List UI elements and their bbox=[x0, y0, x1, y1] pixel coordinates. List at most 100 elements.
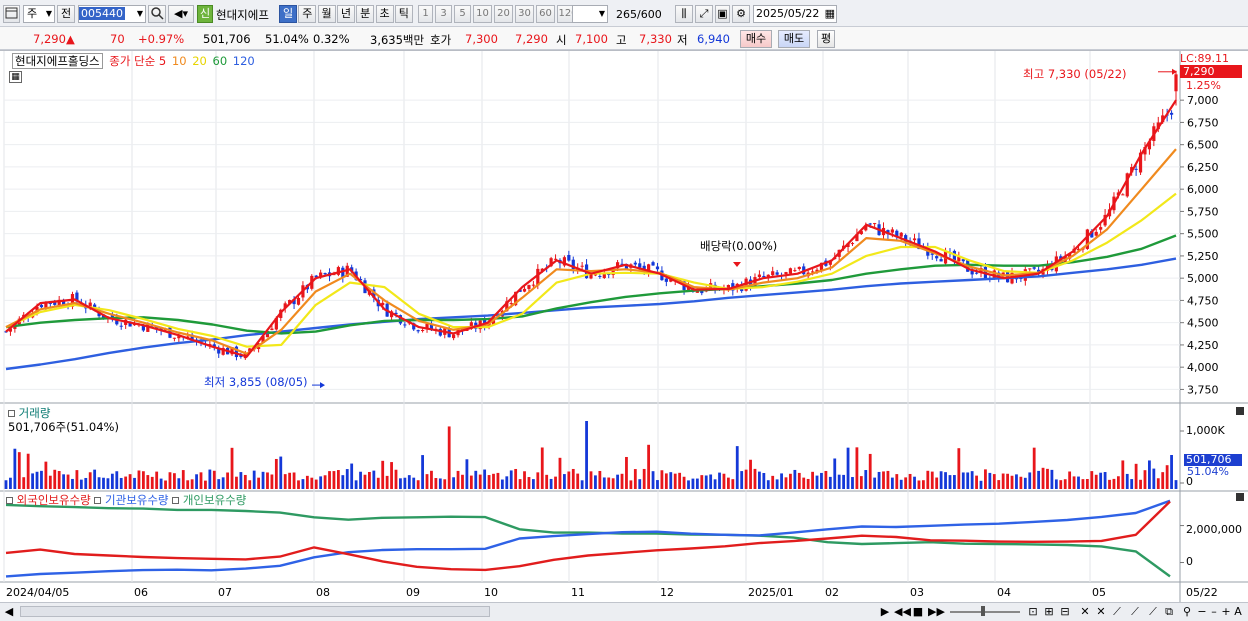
gear-icon[interactable]: ⚙ bbox=[732, 5, 750, 23]
volume-bar bbox=[456, 470, 460, 489]
x-tick-label: 12 bbox=[660, 586, 674, 599]
stop-icon[interactable]: ■ bbox=[911, 605, 925, 619]
date-input[interactable]: 2025/05/22 ▦ bbox=[753, 5, 837, 23]
tab-0[interactable]: 일 bbox=[279, 5, 297, 23]
new-badge[interactable]: 신 bbox=[197, 5, 213, 23]
zoom-out-icon[interactable]: − bbox=[1196, 605, 1208, 619]
volume-bar bbox=[226, 472, 229, 489]
volume-bar bbox=[749, 459, 752, 489]
stock-code-input[interactable]: 005440 ▼ bbox=[78, 5, 146, 23]
interval-button-30[interactable]: 30 bbox=[515, 5, 534, 23]
compare-icon[interactable]: ⤢ bbox=[695, 5, 713, 23]
eval-button[interactable]: 평 bbox=[817, 30, 835, 48]
period-select[interactable]: 주 ▼ bbox=[23, 5, 55, 23]
panel-close-icon[interactable] bbox=[1236, 407, 1244, 415]
volume-bar bbox=[571, 468, 575, 489]
crosshair-icon[interactable]: ✕ bbox=[1078, 605, 1092, 619]
volume-bar bbox=[842, 474, 846, 489]
layout-icon[interactable]: ⊡ bbox=[1026, 605, 1040, 619]
legend-ma5[interactable]: 종가 단순 5 bbox=[109, 54, 166, 68]
prev-button[interactable]: 전 bbox=[57, 5, 75, 23]
chart-type-icon[interactable]: ⫼ bbox=[675, 5, 693, 23]
volume-bar bbox=[412, 477, 416, 489]
legend-ma20[interactable]: 20 bbox=[192, 54, 207, 68]
holdings-toggle-icon[interactable] bbox=[6, 497, 13, 504]
volume-bar bbox=[966, 472, 970, 489]
volume-bar bbox=[509, 470, 513, 489]
buy-button[interactable]: 매수 bbox=[740, 30, 772, 48]
volume-bar bbox=[926, 470, 930, 489]
holdings-axis-2m: 2,000,000 bbox=[1186, 523, 1242, 536]
x-tick-label: 2024/04/05 bbox=[6, 586, 69, 599]
volume-bar bbox=[531, 479, 535, 489]
zoom-search-icon[interactable]: ⚲ bbox=[1180, 605, 1194, 619]
line-tool-icon[interactable]: ⟋ bbox=[1128, 605, 1142, 619]
interval-button-5[interactable]: 5 bbox=[454, 5, 471, 23]
legend-institution[interactable]: 기관보유수량 bbox=[105, 493, 168, 507]
chart-menu-icon[interactable] bbox=[3, 5, 20, 23]
zoom-slider-handle[interactable] bbox=[981, 606, 985, 616]
tab-4[interactable]: 분 bbox=[356, 5, 375, 23]
calendar-icon[interactable]: ▦ bbox=[825, 6, 835, 22]
volume-bar bbox=[124, 476, 128, 489]
min-annotation: 최저 3,855 (08/05) bbox=[204, 375, 308, 389]
holdings-toggle-icon[interactable] bbox=[172, 497, 180, 504]
sell-button[interactable]: 매도 bbox=[778, 30, 810, 48]
candle-body bbox=[912, 238, 917, 241]
volume-bar bbox=[997, 480, 1001, 489]
tab-2[interactable]: 월 bbox=[317, 5, 336, 23]
legend-stock-name[interactable]: 현대지에프홀딩스 bbox=[12, 53, 103, 69]
chart-canvas[interactable]: 2024/04/05 06 07 08 09 10 11 12 2025/01 02 03 04 05 0… bbox=[0, 51, 1248, 603]
tab-6[interactable]: 틱 bbox=[394, 5, 413, 23]
interval-button-1[interactable]: 1 bbox=[418, 5, 433, 23]
interval-button-10[interactable]: 10 bbox=[473, 5, 492, 23]
scroll-thumb[interactable] bbox=[20, 606, 490, 617]
interval-button-3[interactable]: 3 bbox=[435, 5, 452, 23]
candle-body bbox=[452, 334, 456, 339]
save-icon[interactable]: ▣ bbox=[715, 5, 730, 23]
crosshair-icon[interactable]: ✕ bbox=[1094, 605, 1108, 619]
font-size-icon[interactable]: A bbox=[1232, 605, 1244, 619]
volume-bar bbox=[469, 475, 473, 489]
legend-foreign[interactable]: 외국인보유수량 bbox=[17, 493, 91, 507]
volume-bar bbox=[1041, 467, 1045, 489]
scroll-right-icon[interactable]: ▶ bbox=[878, 605, 892, 619]
copy-icon[interactable]: ⧉ bbox=[1162, 605, 1176, 619]
rewind-icon[interactable]: ◀◀ bbox=[894, 605, 911, 619]
panel-close-icon[interactable] bbox=[1236, 493, 1244, 501]
bar-count[interactable]: 265/600 bbox=[616, 8, 662, 21]
volume-bar bbox=[288, 472, 292, 489]
legend-individual[interactable]: 개인보유수량 bbox=[183, 493, 246, 507]
volume-bar bbox=[789, 473, 792, 489]
candle-body bbox=[939, 259, 943, 262]
speaker-icon[interactable]: ◀▾ bbox=[168, 5, 194, 23]
volume-bar bbox=[53, 469, 57, 489]
search-icon[interactable] bbox=[148, 5, 166, 23]
line-tool-icon[interactable]: ⟋ bbox=[1146, 605, 1160, 619]
tab-1[interactable]: 주 bbox=[298, 5, 317, 23]
tab-5[interactable]: 초 bbox=[375, 5, 394, 23]
volume-title[interactable]: 거래량 bbox=[19, 406, 51, 420]
layout-icon[interactable]: ⊟ bbox=[1058, 605, 1072, 619]
interval-button-20[interactable]: 20 bbox=[494, 5, 513, 23]
volume-bar bbox=[687, 480, 690, 489]
legend-ma10[interactable]: 10 bbox=[172, 54, 187, 68]
scroll-left-icon[interactable]: ◀ bbox=[2, 605, 16, 619]
layout-icon[interactable]: ⊞ bbox=[1042, 605, 1056, 619]
volume-bar bbox=[381, 460, 385, 489]
tab-3[interactable]: 년 bbox=[336, 5, 355, 23]
legend-ma120[interactable]: 120 bbox=[233, 54, 255, 68]
zoom-in-icon[interactable]: + bbox=[1220, 605, 1232, 619]
zoom-slider[interactable] bbox=[950, 611, 1020, 613]
interval-button-60[interactable]: 60 bbox=[536, 5, 555, 23]
line-tool-icon[interactable]: ⟋ bbox=[1110, 605, 1124, 619]
custom-interval-input[interactable]: ▼ bbox=[572, 5, 608, 23]
volume-toggle-icon[interactable] bbox=[8, 410, 15, 417]
legend-ma60[interactable]: 60 bbox=[213, 54, 228, 68]
volume-pct-tag: 51.04% bbox=[1187, 465, 1229, 478]
dash-icon[interactable]: – bbox=[1208, 605, 1220, 619]
candle-body bbox=[1121, 194, 1125, 196]
fast-forward-icon[interactable]: ▶▶ bbox=[928, 605, 945, 619]
table-icon[interactable]: ▦ bbox=[9, 71, 22, 83]
holdings-toggle-icon[interactable] bbox=[94, 497, 102, 504]
